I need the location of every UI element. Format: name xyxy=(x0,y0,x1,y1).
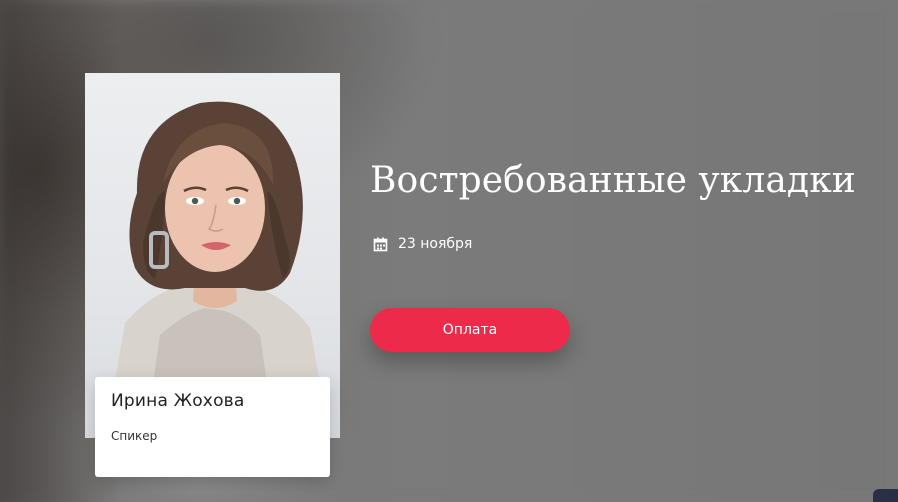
speaker-card: Ирина Жохова Спикер xyxy=(95,377,330,477)
event-date-row: 23 ноября xyxy=(373,236,472,252)
event-title: Востребованные укладки xyxy=(370,160,856,201)
pay-button[interactable]: Оплата xyxy=(370,308,570,352)
chat-widget-button[interactable] xyxy=(873,489,898,502)
speaker-name: Ирина Жохова xyxy=(111,391,245,411)
event-date: 23 ноября xyxy=(398,236,473,252)
event-hero: Ирина Жохова Спикер Востребованные уклад… xyxy=(0,0,898,502)
speaker-role: Спикер xyxy=(111,429,158,443)
calendar-icon xyxy=(373,237,388,252)
